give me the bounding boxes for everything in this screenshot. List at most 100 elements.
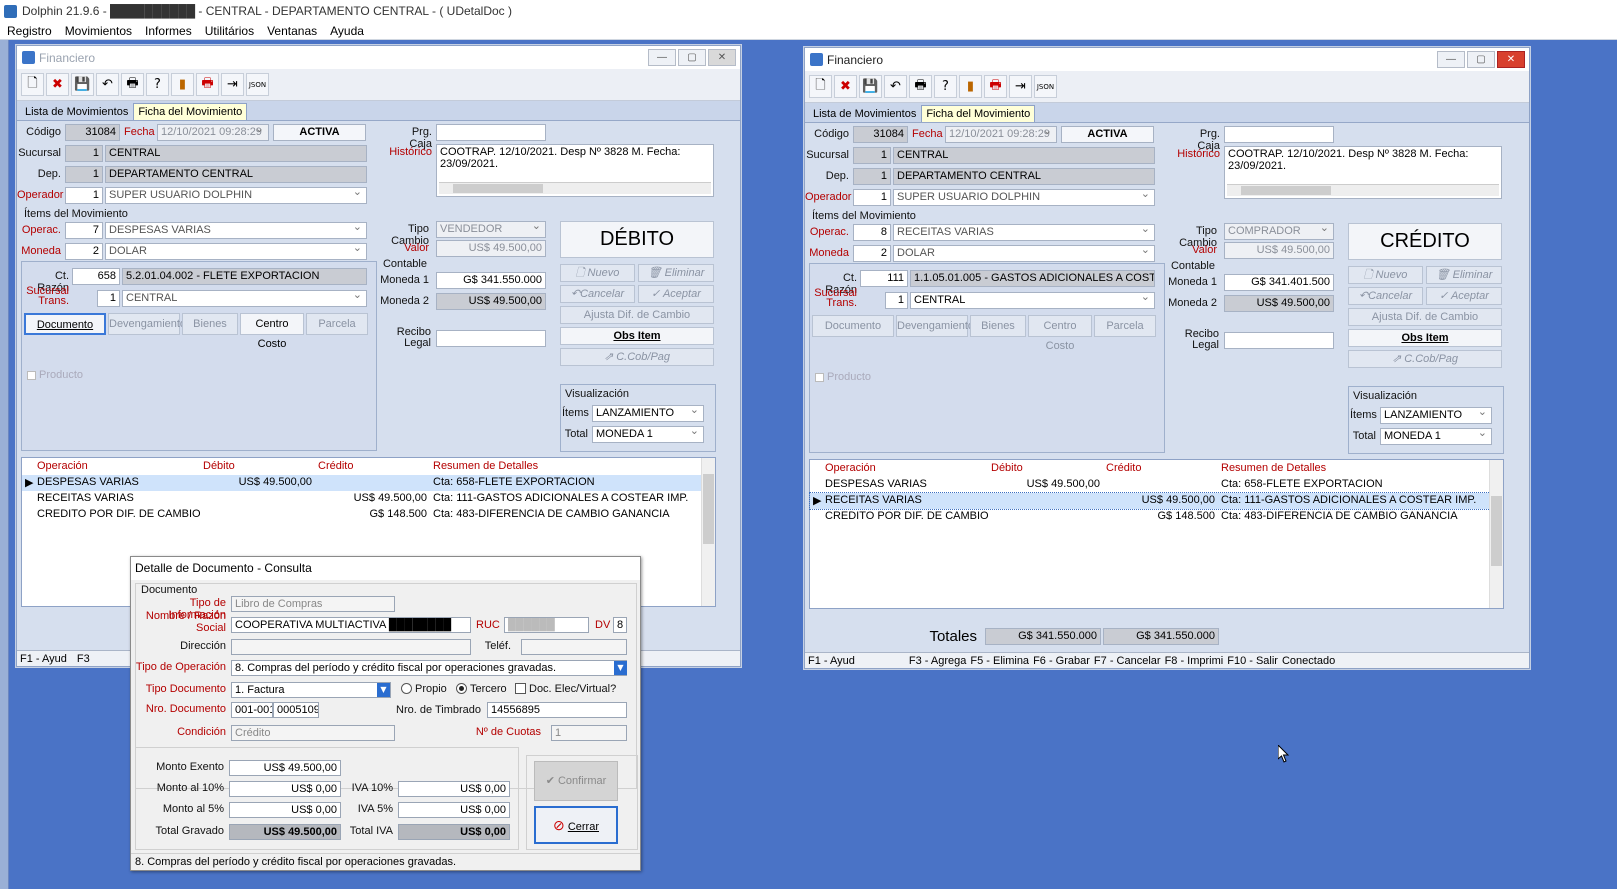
producto-checkbox[interactable]: Producto <box>27 369 83 381</box>
ajusta-button[interactable]: Ajusta Dif. de Cambio <box>560 306 714 324</box>
prg-caja-field[interactable] <box>436 124 546 141</box>
print-icon[interactable]: 🖶 <box>121 73 144 96</box>
vis-total-select[interactable]: MONEDA 1 <box>592 426 704 443</box>
delete-doc-icon[interactable]: ✖ <box>46 73 69 96</box>
sucursal-trans-select[interactable]: CENTRAL <box>910 292 1155 309</box>
nuevo-button[interactable]: 🗋 Nuevo <box>1348 266 1423 284</box>
moneda-num[interactable]: 2 <box>65 243 103 260</box>
historico-textarea[interactable]: COOTRAP. 12/10/2021. Desp Nº 3828 M. Fec… <box>1224 146 1502 199</box>
moneda2-field[interactable]: US$ 49.500,00 <box>1224 295 1334 312</box>
moneda-select[interactable]: DOLAR <box>893 245 1155 262</box>
nombre-field[interactable]: COOPERATIVA MULTIACTIVA ████████ <box>231 617 471 633</box>
radio-tercero[interactable]: Tercero <box>456 683 507 695</box>
historico-scrollbar[interactable] <box>1227 184 1499 196</box>
monto5-field[interactable]: US$ 0,00 <box>229 802 341 818</box>
eliminar-button[interactable]: 🗑 Eliminar <box>638 264 714 282</box>
exit-icon[interactable]: ▮ <box>959 75 982 98</box>
operac-num[interactable]: 8 <box>853 224 891 241</box>
close-button[interactable]: ✕ <box>1497 51 1525 68</box>
aceptar-button[interactable]: ✓ Aceptar <box>1426 287 1502 305</box>
print-red-icon[interactable]: 🖶 <box>984 75 1007 98</box>
historico-textarea[interactable]: COOTRAP. 12/10/2021. Desp Nº 3828 M. Fec… <box>436 144 714 197</box>
undo-icon[interactable]: ↶ <box>96 73 119 96</box>
cerrar-button[interactable]: ⊘ Cerrar <box>534 806 618 844</box>
telef-field[interactable] <box>521 639 627 655</box>
iva10-field[interactable]: US$ 0,00 <box>398 781 510 797</box>
tipo-doc-select[interactable]: 1. Factura <box>231 682 391 698</box>
menu-registro[interactable]: Registro <box>0 24 58 38</box>
operador-select[interactable]: SUPER USUARIO DOLPHIN <box>105 187 367 204</box>
c-cob-pag-button[interactable]: ⇗ C.Cob/Pag <box>560 348 714 366</box>
sucursal-trans-select[interactable]: CENTRAL <box>122 290 367 307</box>
operador-select[interactable]: SUPER USUARIO DOLPHIN <box>893 189 1155 206</box>
nro-doc-number[interactable]: 0005109 <box>273 702 319 718</box>
moneda-num[interactable]: 2 <box>853 245 891 262</box>
moneda2-field[interactable]: US$ 49.500,00 <box>436 293 546 310</box>
menu-movimientos[interactable]: Movimientos <box>58 24 138 38</box>
tipo-cambio-select[interactable]: COMPRADOR <box>1224 223 1334 240</box>
operador-num[interactable]: 1 <box>853 189 891 206</box>
help-icon[interactable]: ? <box>934 75 957 98</box>
vis-items-select[interactable]: LANZAMIENTO <box>592 405 704 422</box>
sucursal-field[interactable]: CENTRAL <box>893 147 1155 164</box>
table-row[interactable]: ▶ DESPESAS VARIAS US$ 49.500,00 Cta: 658… <box>22 475 702 491</box>
operac-select[interactable]: DESPESAS VARIAS <box>105 222 367 239</box>
sucursal-trans-num[interactable]: 1 <box>97 290 120 307</box>
c-cob-pag-button[interactable]: ⇗ C.Cob/Pag <box>1348 350 1502 368</box>
sucursal-field[interactable]: CENTRAL <box>105 145 367 162</box>
moneda1-field[interactable]: G$ 341.401.500 <box>1224 274 1334 291</box>
maximize-button[interactable]: ▢ <box>678 49 706 66</box>
undo-icon[interactable]: ↶ <box>884 75 907 98</box>
help-icon[interactable]: ? <box>146 73 169 96</box>
sucursal-trans-num[interactable]: 1 <box>885 292 908 309</box>
tab-lista-movimientos[interactable]: Lista de Movimientos <box>21 104 132 120</box>
tab-lista-movimientos[interactable]: Lista de Movimientos <box>809 106 920 122</box>
producto-checkbox[interactable]: Producto <box>815 371 871 383</box>
minimize-button[interactable]: — <box>648 49 676 66</box>
menu-utilitarios[interactable]: Utilitários <box>198 24 260 38</box>
save-icon[interactable]: 💾 <box>859 75 882 98</box>
iva5-field[interactable]: US$ 0,00 <box>398 802 510 818</box>
dv-field[interactable]: 8 <box>613 617 627 633</box>
fecha-field[interactable]: 12/10/2021 09:28:29 <box>945 126 1057 143</box>
confirmar-button[interactable]: ✔ Confirmar <box>534 761 618 801</box>
grid-scrollbar[interactable] <box>1489 460 1503 608</box>
centro-costo-button[interactable]: Centro Costo <box>1028 315 1092 352</box>
obs-item-button[interactable]: Obs Item <box>560 327 714 345</box>
dep-num[interactable]: 1 <box>853 168 891 185</box>
print-red-icon[interactable]: 🖶 <box>196 73 219 96</box>
minimize-button[interactable]: — <box>1437 51 1465 68</box>
prg-caja-field[interactable] <box>1224 126 1334 143</box>
ruc-field[interactable]: ██████ <box>504 617 589 633</box>
fecha-field[interactable]: 12/10/2021 09:28:29 <box>157 124 269 141</box>
table-row[interactable]: CREDITO POR DIF. DE CAMBIO G$ 148.500 Ct… <box>810 509 1488 525</box>
table-row[interactable]: DESPESAS VARIAS US$ 49.500,00 Cta: 658-F… <box>810 477 1488 493</box>
obs-item-button[interactable]: Obs Item <box>1348 329 1502 347</box>
bienes-button[interactable]: Bienes <box>182 313 238 335</box>
operac-select[interactable]: RECEITAS VARIAS <box>893 224 1155 241</box>
condicion-select[interactable]: Crédito <box>231 725 395 741</box>
recibo-legal-field[interactable] <box>436 330 546 347</box>
close-button[interactable]: ✕ <box>708 49 736 66</box>
aceptar-button[interactable]: ✓ Aceptar <box>638 285 714 303</box>
sucursal-num[interactable]: 1 <box>853 147 891 164</box>
nuevo-button[interactable]: 🗋 Nuevo <box>560 264 635 282</box>
tipo-op-select[interactable]: 8. Compras del período y crédito fiscal … <box>231 660 627 676</box>
operac-num[interactable]: 7 <box>65 222 103 239</box>
ctrazon-field[interactable]: 1.1.05.01.005 - GASTOS ADICIONALES A COS… <box>910 270 1155 287</box>
json-icon[interactable]: JSON <box>1034 75 1057 98</box>
documento-button[interactable]: Documento <box>812 315 894 337</box>
exento-field[interactable]: US$ 49.500,00 <box>229 760 341 776</box>
tab-ficha-movimiento[interactable]: Ficha del Movimiento <box>921 105 1036 122</box>
grid-scrollbar[interactable] <box>701 458 715 606</box>
vis-total-select[interactable]: MONEDA 1 <box>1380 428 1492 445</box>
eliminar-button[interactable]: 🗑 Eliminar <box>1426 266 1502 284</box>
parcela-button[interactable]: Parcela <box>306 313 368 335</box>
menu-informes[interactable]: Informes <box>138 24 198 38</box>
ajusta-button[interactable]: Ajusta Dif. de Cambio <box>1348 308 1502 326</box>
dep-field[interactable]: DEPARTAMENTO CENTRAL <box>893 168 1155 185</box>
bienes-button[interactable]: Bienes <box>970 315 1026 337</box>
doc-elec-checkbox[interactable]: Doc. Elec/Virtual? <box>515 683 616 695</box>
export-icon[interactable]: ⇥ <box>221 73 244 96</box>
export-icon[interactable]: ⇥ <box>1009 75 1032 98</box>
